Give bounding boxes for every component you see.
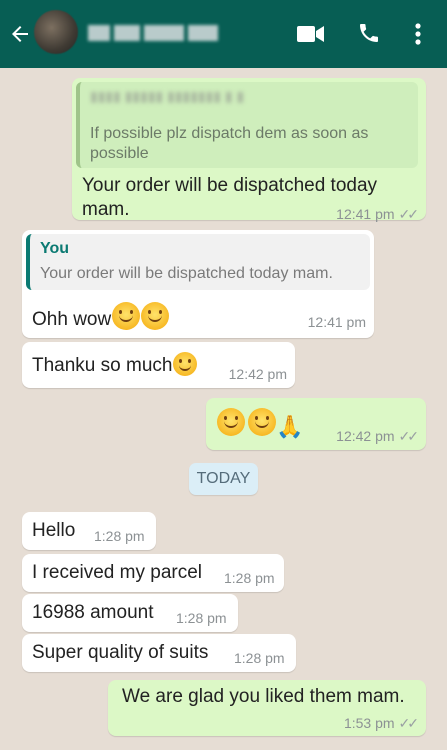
quoted-message[interactable]: You Your order will be dispatched today … [26,234,370,290]
contact-name[interactable]: ▮▮▮▮▮ ▮▮▮▮▮ ▮▮▮▮▮ ... [88,22,222,44]
message-time: 1:28 pm [94,528,145,544]
chat-header: ▮▮▮▮▮ ▮▮▮▮▮ ▮▮▮▮▮ ... [0,0,447,68]
message-outgoing[interactable]: We are glad you liked them mam. 1:53 pm ✓… [108,680,426,736]
quote-text: Your order will be dispatched today mam. [40,265,333,282]
double-check-icon: ✓✓ [398,428,420,444]
smiling-face-emoji [248,408,276,436]
quote-author: You [40,240,70,257]
double-check-icon: ✓✓ [398,715,420,731]
message-time: 12:42 pm [336,428,395,444]
message-time: 1:53 pm [343,715,395,731]
message-text: I received my parcel [32,562,203,583]
double-check-icon: ✓✓ [398,206,420,222]
message-time: 12:41 pm [307,314,366,330]
quote-author: ▮▮▮▮ ▮▮▮▮▮ ▮▮▮▮▮▮▮ ▮ ▮ [90,88,245,104]
message-incoming[interactable]: 16988 amount 1:28 pm [22,594,238,632]
conversation[interactable]: ▮▮▮▮ ▮▮▮▮▮ ▮▮▮▮▮▮▮ ▮ ▮ If possible plz d… [0,68,447,750]
message-text: 16988 amount [32,602,154,623]
smiling-face-emoji [112,302,141,330]
message-outgoing[interactable]: ▮▮▮▮ ▮▮▮▮▮ ▮▮▮▮▮▮▮ ▮ ▮ If possible plz d… [72,78,426,223]
smiling-face-emoji [141,302,170,330]
message-time: 12:42 pm [228,366,287,382]
message-text-row: Thanku so much [32,352,198,377]
message-incoming[interactable]: You Your order will be dispatched today … [22,230,374,338]
message-text-row: Ohh wow [32,302,170,331]
message-text: Ohh wow [32,309,112,330]
smiling-face-emoji [217,408,245,436]
message-meta: 1:53 pm ✓✓ [343,715,420,732]
message-meta: 12:41 pm ✓✓ [336,206,420,223]
message-text: Hello [32,520,76,541]
video-call-icon[interactable] [296,23,326,45]
message-time: 1:28 pm [234,650,285,666]
more-vert-icon[interactable] [414,22,422,46]
message-text: Thanku so much [32,355,173,376]
message-time: 12:41 pm [336,206,395,222]
message-incoming[interactable]: Hello 1:28 pm [22,512,156,550]
message-time: 1:28 pm [224,570,275,586]
message-time: 1:28 pm [176,610,227,626]
message-incoming[interactable]: I received my parcel 1:28 pm [22,554,284,592]
date-divider: TODAY [189,463,258,495]
grinning-face-emoji [173,352,198,376]
message-text: We are glad you liked them mam. [122,686,405,707]
avatar[interactable] [34,10,78,54]
quote-text: If possible plz dispatch dem as soon as … [90,125,369,162]
quoted-message[interactable]: ▮▮▮▮ ▮▮▮▮▮ ▮▮▮▮▮▮▮ ▮ ▮ If possible plz d… [76,82,418,168]
message-outgoing[interactable]: 🙏 12:42 pm ✓✓ [206,398,426,450]
emoji-row: 🙏 [216,408,303,440]
phone-icon[interactable] [357,20,381,46]
message-text: Super quality of suits [32,642,209,663]
message-meta: 12:42 pm ✓✓ [336,428,420,445]
message-incoming[interactable]: Super quality of suits 1:28 pm [22,634,296,672]
message-incoming[interactable]: Thanku so much 12:42 pm [22,342,295,388]
arrow-left-icon[interactable] [8,20,32,48]
folded-hands-emoji: 🙏 [276,414,304,439]
